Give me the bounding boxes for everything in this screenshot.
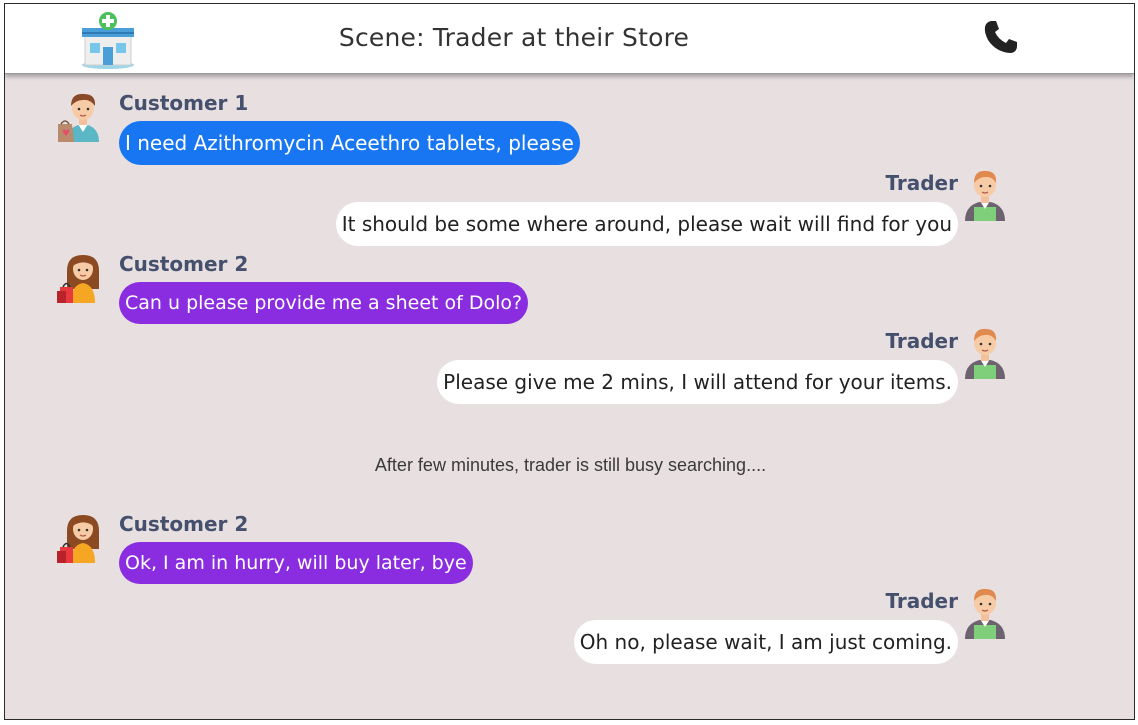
- message-bubble: Can u please provide me a sheet of Dolo?: [119, 282, 529, 324]
- trader-avatar-icon: [959, 583, 1011, 641]
- scene-title: Scene: Trader at their Store: [338, 23, 690, 52]
- phone-icon[interactable]: [981, 17, 1021, 57]
- message-bubble: Please give me 2 mins, I will attend for…: [437, 360, 958, 404]
- trader-avatar-icon: [959, 323, 1011, 381]
- message-bubble: Ok, I am in hurry, will buy later, bye: [119, 542, 473, 584]
- customer2-avatar-icon: [57, 507, 109, 565]
- chat-header: Scene: Trader at their Store: [5, 4, 1134, 74]
- message-bubble: It should be some where around, please w…: [335, 202, 958, 246]
- chat-scene: Scene: Trader at their Store Customer 1 …: [4, 3, 1135, 720]
- scene-narration: After few minutes, trader is still busy …: [374, 455, 767, 475]
- message-bubble: I need Azithromycin Aceethro tablets, pl…: [119, 121, 580, 165]
- sender-name: Customer 2: [119, 512, 249, 536]
- sender-name: Trader: [885, 171, 958, 195]
- sender-name: Trader: [885, 329, 958, 353]
- sender-name: Trader: [885, 589, 958, 613]
- customer1-avatar-icon: [57, 86, 109, 144]
- trader-avatar-icon: [959, 165, 1011, 223]
- customer2-avatar-icon: [57, 247, 109, 305]
- sender-name: Customer 2: [119, 252, 249, 276]
- message-bubble: Oh no, please wait, I am just coming.: [573, 620, 958, 664]
- sender-name: Customer 1: [119, 91, 249, 115]
